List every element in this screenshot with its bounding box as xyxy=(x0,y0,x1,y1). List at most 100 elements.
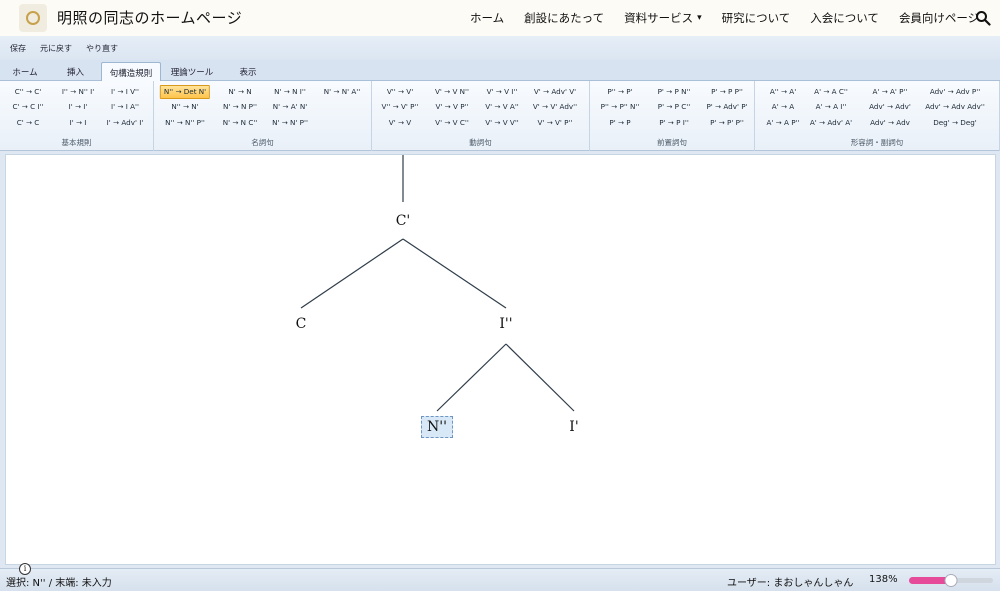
nav-item-5[interactable]: 会員向けページ xyxy=(899,10,979,26)
rule-button[interactable]: P' → P xyxy=(609,117,630,129)
rule-button[interactable]: P' → P' P'' xyxy=(710,117,744,129)
nav-item-label: ホーム xyxy=(470,11,505,25)
rule-button[interactable]: V' → V' Adv'' xyxy=(533,101,577,113)
selection-status: 選択: N'' / 末端: 未入力 xyxy=(6,578,112,589)
rule-button[interactable]: V' → V P'' xyxy=(436,101,469,113)
rule-button[interactable]: A' → A xyxy=(772,101,794,113)
tree-node-n-double-bar[interactable]: N'' xyxy=(421,416,453,438)
tree-node-c-bar[interactable]: C' xyxy=(396,213,411,229)
nav-item-label: 入会について xyxy=(810,11,879,25)
nav-item-label: 研究について xyxy=(721,11,791,25)
rule-button[interactable]: C' → C I'' xyxy=(13,101,44,113)
ribbon-group-label: 動詞句 xyxy=(469,138,492,147)
ribbon-tabs: ホーム 挿入 句構造規則 理論ツール 表示 xyxy=(0,60,1000,82)
save-button[interactable]: 保存 xyxy=(10,43,26,54)
nav-item-label: 資料サービス xyxy=(624,11,694,25)
rule-button[interactable]: A'' → A' xyxy=(770,86,796,98)
ribbon-group-label: 名詞句 xyxy=(251,138,274,147)
undo-button[interactable]: 元に戻す xyxy=(40,43,72,54)
rule-button[interactable]: V' → V V'' xyxy=(485,117,519,129)
tab-1[interactable]: 挿入 xyxy=(50,62,101,81)
rule-button[interactable]: A' → A C'' xyxy=(814,86,848,98)
rule-button[interactable]: V' → V I'' xyxy=(487,86,518,98)
tab-4[interactable]: 表示 xyxy=(223,62,273,81)
tab-2[interactable]: 句構造規則 xyxy=(101,62,161,82)
tree-canvas[interactable]: C' C I'' N'' I' xyxy=(5,154,996,565)
rule-button[interactable]: I' → Adv' I' xyxy=(107,117,144,129)
rule-button[interactable]: P'' → P'' N'' xyxy=(601,101,640,113)
rule-button[interactable]: V'' → V' P'' xyxy=(382,101,419,113)
search-icon[interactable] xyxy=(975,10,991,26)
rule-button[interactable]: N' → N C'' xyxy=(223,117,258,129)
user-status: ユーザー: まおしゃんしゃん xyxy=(727,578,854,589)
rule-button[interactable]: A' → Adv' A' xyxy=(810,117,852,129)
rule-button[interactable]: V'' → V' xyxy=(387,86,413,98)
rule-button[interactable]: V' → V A'' xyxy=(485,101,519,113)
zoom-slider[interactable] xyxy=(909,574,993,587)
rule-button[interactable]: Adv' → Adv xyxy=(870,117,910,129)
tree-edge-cbar-idbar xyxy=(402,238,507,309)
nav-item-1[interactable]: 創設にあたって xyxy=(524,10,604,26)
rule-button[interactable]: N'' → Det N' xyxy=(159,85,211,99)
redo-button[interactable]: やり直す xyxy=(86,43,118,54)
rule-button[interactable]: N'' → N' xyxy=(171,101,198,113)
rule-button[interactable]: N' → N' A'' xyxy=(324,86,360,98)
quick-access-toolbar: 保存 元に戻す やり直す xyxy=(0,36,1000,60)
nav-item-2[interactable]: 資料サービス ▾ xyxy=(624,10,702,26)
nav-item-label: 創設にあたって xyxy=(524,11,605,25)
rule-button[interactable]: P' → Adv' P' xyxy=(706,101,747,113)
chevron-down-icon: ▾ xyxy=(697,13,702,23)
ribbon-group-label: 形容詞・副詞句 xyxy=(850,138,904,147)
tree-node-i-double-bar[interactable]: I'' xyxy=(499,316,512,332)
tab-3[interactable]: 理論ツール xyxy=(161,62,223,81)
tree-node-i-bar[interactable]: I' xyxy=(569,419,578,435)
site-title[interactable]: 明照の同志のホームページ xyxy=(57,7,242,28)
rule-button[interactable]: I'' → N'' I' xyxy=(62,86,94,98)
rule-button[interactable]: I' → I' xyxy=(69,101,88,113)
rule-button[interactable]: A' → A I'' xyxy=(816,101,847,113)
rule-button[interactable]: N' → N xyxy=(228,86,251,98)
canvas-frame: C' C I'' N'' I' xyxy=(0,151,1000,568)
rule-button[interactable]: I' → I V'' xyxy=(111,86,139,98)
rule-button[interactable]: N' → N I'' xyxy=(274,86,306,98)
rule-button[interactable]: Adv' → Adv Adv'' xyxy=(925,101,985,113)
rule-button[interactable]: Adv' → Adv P'' xyxy=(930,86,980,98)
rule-button[interactable]: V' → V C'' xyxy=(435,117,469,129)
rule-button[interactable]: P' → P P'' xyxy=(711,86,743,98)
ribbon-group-1: N'' → Det N' N' → N N' → N I'' N' → N' A'' N… xyxy=(154,81,372,151)
nav-item-4[interactable]: 入会について xyxy=(810,10,879,26)
tree-node-c[interactable]: C xyxy=(296,316,307,332)
tree-edge-idbar-ndbar xyxy=(436,343,507,412)
rule-button[interactable]: P'' → P' xyxy=(607,86,632,98)
rule-button[interactable]: N' → N P'' xyxy=(223,101,257,113)
rule-button[interactable]: V' → V xyxy=(389,117,411,129)
ribbon-group-label: 前置詞句 xyxy=(657,138,687,147)
rule-button[interactable]: A' → A P'' xyxy=(767,117,800,129)
tab-0[interactable]: ホーム xyxy=(0,62,50,81)
site-logo[interactable] xyxy=(19,4,47,32)
rule-button[interactable]: Adv' → Adv' xyxy=(869,101,911,113)
ribbon-group-label: 基本規則 xyxy=(61,138,92,147)
rule-button[interactable]: I' → I xyxy=(70,117,87,129)
rule-button[interactable]: N' → N' P'' xyxy=(272,117,308,129)
rule-button[interactable]: Deg' → Deg' xyxy=(933,117,977,129)
tree-edges xyxy=(300,155,575,412)
rule-button[interactable]: N' → A' N' xyxy=(273,101,307,113)
rule-button[interactable]: P' → P N'' xyxy=(658,86,691,98)
rule-button[interactable]: V' → V N'' xyxy=(435,86,469,98)
rule-button[interactable]: C'' → C' xyxy=(15,86,42,98)
rule-button[interactable]: C' → C xyxy=(17,117,40,129)
nav-item-0[interactable]: ホーム xyxy=(470,10,504,26)
rule-button[interactable]: V' → Adv' V' xyxy=(534,86,576,98)
rule-button[interactable]: N'' → N'' P'' xyxy=(165,117,205,129)
status-bar: i 選択: N'' / 末端: 未入力 ユーザー: まおしゃんしゃん 138% xyxy=(0,563,1000,591)
rule-button[interactable]: A' → A' P'' xyxy=(873,86,908,98)
nav-item-3[interactable]: 研究について xyxy=(722,10,791,26)
ribbon-group-3: P'' → P' P' → P N'' P' → P P'' P'' → P'' N'… xyxy=(590,81,755,151)
site-header: 明照の同志のホームページ ホーム 創設にあたって 資料サービス ▾ 研究について 入会につ… xyxy=(0,0,1000,36)
rule-button[interactable]: P' → P I'' xyxy=(659,117,689,129)
rule-button[interactable]: V' → V' P'' xyxy=(538,117,573,129)
rule-button[interactable]: I' → I A'' xyxy=(111,101,139,113)
rule-button[interactable]: P' → P C'' xyxy=(658,101,691,113)
zoom-slider-thumb[interactable] xyxy=(944,574,958,587)
